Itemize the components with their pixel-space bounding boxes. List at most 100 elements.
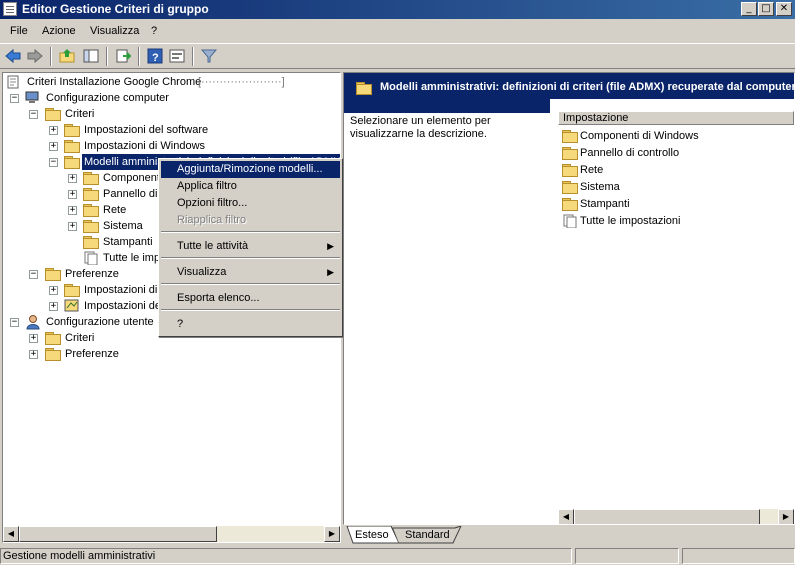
collapse-icon[interactable]: − <box>10 94 19 103</box>
properties-icon[interactable] <box>168 47 186 65</box>
tree-label: Impostazioni del software <box>84 124 209 136</box>
toolbar-separator <box>106 47 108 66</box>
expand-icon[interactable]: + <box>68 190 77 199</box>
minimize-button[interactable]: _ <box>741 2 757 16</box>
folder-icon <box>45 268 61 281</box>
scroll-left-button[interactable]: ◀ <box>558 509 574 524</box>
menu-item-export-list[interactable]: Esporta elenco... <box>161 290 340 307</box>
scroll-thumb[interactable] <box>574 509 760 524</box>
expand-icon[interactable]: + <box>68 174 77 183</box>
menu-item-apply-filter[interactable]: Applica filtro <box>161 178 340 195</box>
collapse-icon[interactable]: − <box>49 158 58 167</box>
tree-label: Preferenze <box>65 348 119 360</box>
folder-icon <box>562 130 578 143</box>
tab-esteso[interactable]: Esteso <box>355 529 389 541</box>
folder-icon <box>64 140 80 153</box>
tree-label: Impostazioni di Windows <box>84 140 206 152</box>
list-item-label: Stampanti <box>580 198 630 210</box>
help-icon[interactable]: ? <box>146 47 164 65</box>
status-text: Gestione modelli amministrativi <box>0 548 572 564</box>
tree-label: Sistema <box>103 220 143 232</box>
folder-icon <box>83 204 99 217</box>
tree-label: Configurazione computer <box>46 92 169 104</box>
filter-icon[interactable] <box>200 47 218 65</box>
details-header-title: Modelli amministrativi: definizioni di c… <box>380 81 795 93</box>
expand-icon[interactable]: + <box>68 222 77 231</box>
submenu-arrow-icon: ▶ <box>327 241 334 251</box>
menu-item-help[interactable]: ? <box>161 316 340 333</box>
menu-item-label: Visualizza <box>177 266 227 278</box>
toolbar: ? <box>0 43 795 69</box>
up-folder-icon[interactable] <box>58 47 76 65</box>
maximize-button[interactable]: □ <box>758 2 774 16</box>
menu-azione[interactable]: Azione <box>42 25 76 37</box>
folder-icon <box>64 156 80 169</box>
submenu-arrow-icon: ▶ <box>327 267 334 277</box>
expand-icon[interactable]: + <box>49 286 58 295</box>
menu-item-reapply-filter: Riapplica filtro <box>177 214 247 226</box>
menu-separator <box>161 283 340 285</box>
folder-icon <box>45 348 61 361</box>
menu-visualizza[interactable]: Visualizza <box>90 25 139 37</box>
folder-icon <box>83 236 99 249</box>
details-header: Modelli amministrativi: definizioni di c… <box>344 73 794 113</box>
folder-icon <box>356 82 372 95</box>
list-item-label: Sistema <box>580 181 620 193</box>
menu-item-label: Tutte le attività <box>177 240 249 252</box>
folder-icon <box>45 108 61 121</box>
app-icon <box>3 2 17 16</box>
folder-icon <box>562 147 578 160</box>
menu-item-view[interactable]: Visualizza ▶ <box>161 264 340 281</box>
show-hide-tree-icon[interactable] <box>82 47 100 65</box>
details-pane: Modelli amministrativi: definizioni di c… <box>343 72 795 525</box>
tree-label: Criteri <box>65 332 95 344</box>
collapse-icon[interactable]: − <box>29 270 38 279</box>
menu-item-filter-options[interactable]: Opzioni filtro... <box>161 195 340 212</box>
close-button[interactable]: ✕ <box>776 2 792 16</box>
tree-label-redacted: [······················] <box>198 76 285 88</box>
list-item-label: Rete <box>580 164 604 176</box>
menu-help[interactable]: ? <box>151 25 157 37</box>
folder-icon <box>562 164 578 177</box>
toolbar-separator <box>192 47 194 66</box>
forward-arrow-icon[interactable] <box>26 47 44 65</box>
list-item-label: Pannello di controllo <box>580 147 680 159</box>
scroll-right-button[interactable]: ▶ <box>324 526 340 542</box>
expand-icon[interactable]: + <box>49 302 58 311</box>
tree-label: Preferenze <box>65 268 119 280</box>
computer-icon <box>25 91 39 103</box>
tree-label: Stampanti <box>103 236 153 248</box>
scroll-right-button[interactable]: ▶ <box>778 509 794 524</box>
menu-file[interactable]: File <box>10 25 28 37</box>
control-panel-icon <box>64 299 79 312</box>
tree-horizontal-scrollbar[interactable]: ◀ ▶ <box>3 526 340 542</box>
policy-document-icon <box>7 75 19 89</box>
expand-icon[interactable]: + <box>29 334 38 343</box>
tree-label: Criteri <box>65 108 95 120</box>
toolbar-separator <box>138 47 140 66</box>
folder-icon <box>83 172 99 185</box>
user-icon <box>26 315 40 330</box>
tab-standard[interactable]: Standard <box>405 529 450 541</box>
expand-icon[interactable]: + <box>68 206 77 215</box>
folder-icon <box>562 198 578 211</box>
status-bar: Gestione modelli amministrativi <box>0 546 795 565</box>
expand-icon[interactable]: + <box>29 350 38 359</box>
expand-icon[interactable]: + <box>49 126 58 135</box>
export-list-icon[interactable] <box>114 47 132 65</box>
window-title: Editor Gestione Criteri di gruppo <box>22 2 209 16</box>
list-horizontal-scrollbar[interactable]: ◀ ▶ <box>558 509 794 524</box>
collapse-icon[interactable]: − <box>29 110 38 119</box>
tree-label: Criteri Installazione Google Chrome <box>27 76 202 88</box>
scroll-left-button[interactable]: ◀ <box>3 526 19 542</box>
folder-icon <box>45 332 61 345</box>
menu-separator <box>161 257 340 259</box>
back-arrow-icon[interactable] <box>4 47 22 65</box>
expand-icon[interactable]: + <box>49 142 58 151</box>
toolbar-separator <box>50 47 52 66</box>
collapse-icon[interactable]: − <box>10 318 19 327</box>
menu-item-add-remove-templates[interactable]: Aggiunta/Rimozione modelli... <box>161 161 340 178</box>
menu-item-all-tasks[interactable]: Tutte le attività ▶ <box>161 238 340 255</box>
column-header-impostazione[interactable]: Impostazione <box>558 111 794 125</box>
scroll-thumb[interactable] <box>19 526 217 542</box>
